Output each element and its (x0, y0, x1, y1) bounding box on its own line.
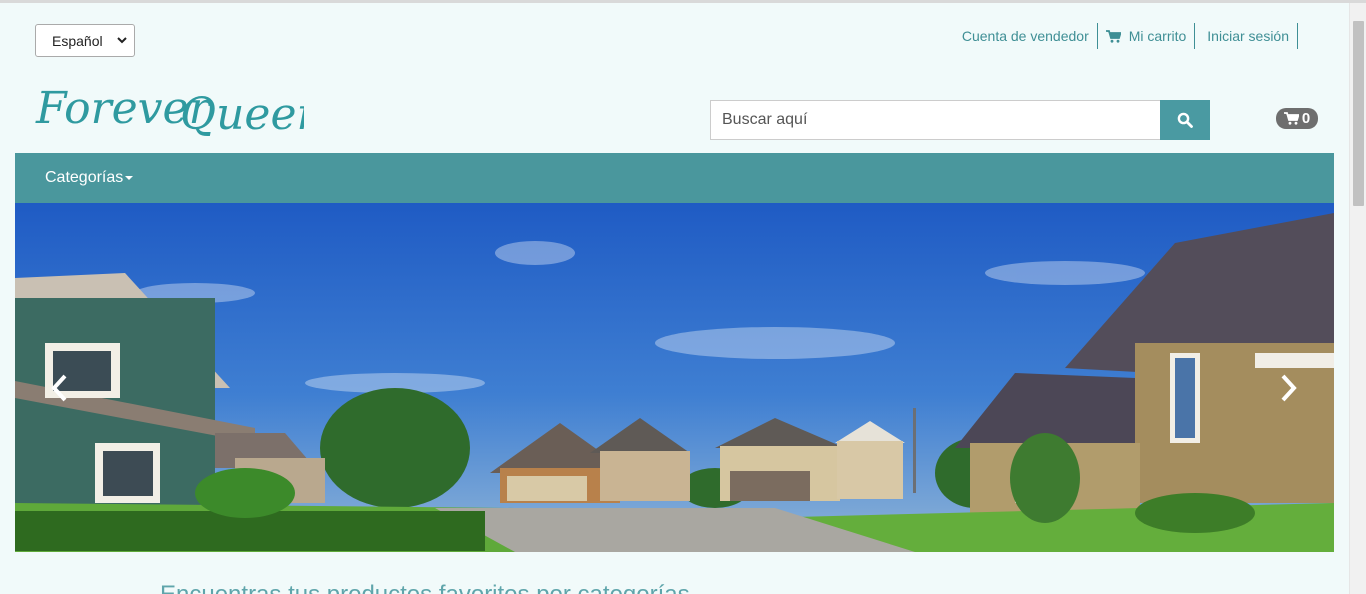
carousel-prev-button[interactable] (45, 368, 75, 408)
logo-image: Forever Queen (35, 83, 325, 140)
chevron-down-icon (117, 37, 127, 44)
top-links: Cuenta de vendedor Mi carrito Iniciar se… (954, 23, 1298, 49)
chevron-right-icon (1281, 374, 1297, 402)
cart-count: 0 (1301, 110, 1311, 127)
hero-image (15, 203, 1334, 552)
section-heading: Encuentras tus productos favoritos por c… (160, 581, 690, 594)
categories-dropdown[interactable]: Categorías (45, 153, 134, 203)
my-cart-link[interactable]: Mi carrito (1098, 23, 1196, 49)
page: Español Cuenta de vendedor Mi carrito In… (0, 3, 1349, 594)
language-select-value: Español (52, 32, 103, 49)
caret-down-icon (125, 176, 134, 180)
search-icon (1177, 112, 1193, 128)
carousel-next-button[interactable] (1273, 368, 1303, 408)
logo[interactable]: Forever Queen (34, 79, 325, 149)
search-button[interactable] (1160, 100, 1210, 140)
cart-icon (1283, 112, 1299, 125)
login-link[interactable]: Iniciar sesión (1195, 23, 1298, 49)
language-select[interactable]: Español (35, 24, 135, 57)
my-cart-label: Mi carrito (1128, 28, 1187, 44)
login-label: Iniciar sesión (1207, 28, 1289, 44)
scrollbar-thumb[interactable] (1353, 21, 1364, 206)
seller-account-label: Cuenta de vendedor (961, 28, 1089, 44)
search-input[interactable] (710, 100, 1161, 140)
cart-icon (1105, 29, 1121, 43)
cart-badge[interactable]: 0 (1276, 108, 1318, 129)
chevron-left-icon (51, 374, 67, 402)
seller-account-link[interactable]: Cuenta de vendedor (954, 23, 1098, 49)
categories-label: Categorías (45, 169, 124, 186)
page-scrollbar[interactable] (1349, 3, 1366, 594)
hero-carousel (15, 203, 1334, 552)
logo-text-queen: Queen (180, 89, 304, 140)
navbar: Categorías (15, 153, 1334, 203)
